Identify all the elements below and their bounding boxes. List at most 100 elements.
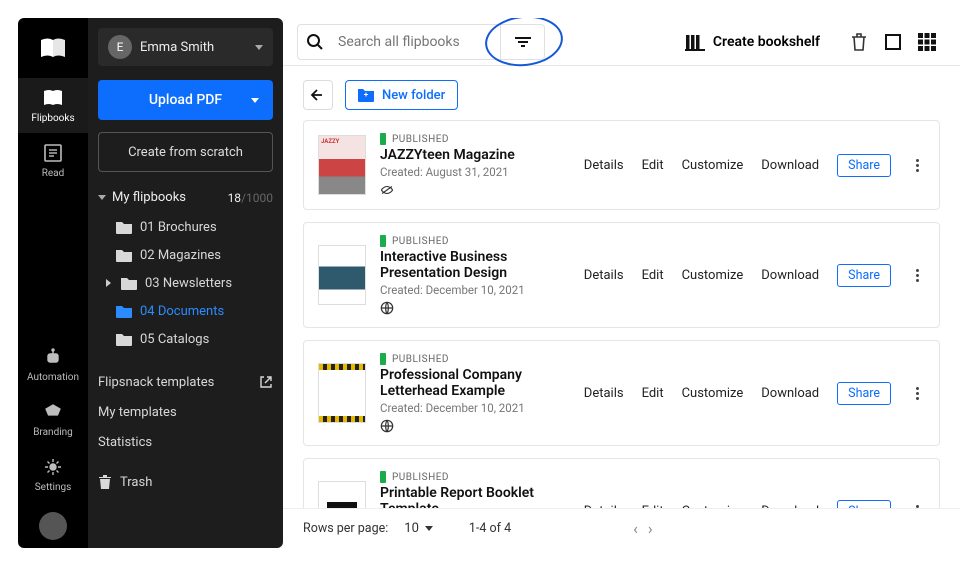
flipbook-thumbnail[interactable]: JAZZY bbox=[318, 135, 366, 195]
app-logo bbox=[18, 18, 88, 78]
button-label: Create bookshelf bbox=[713, 34, 820, 50]
row-actions: Details Edit Customize Download Share bbox=[584, 382, 925, 405]
view-single-button[interactable] bbox=[880, 29, 906, 55]
action-customize[interactable]: Customize bbox=[682, 386, 744, 401]
status-badge: PUBLISHED bbox=[380, 133, 570, 145]
page-next-button[interactable]: › bbox=[648, 519, 653, 538]
link-label: Flipsnack templates bbox=[98, 375, 214, 390]
folder-label: 05 Catalogs bbox=[140, 332, 209, 347]
action-edit[interactable]: Edit bbox=[642, 386, 664, 401]
folder-item[interactable]: 05 Catalogs bbox=[98, 325, 273, 353]
rail-label: Read bbox=[42, 168, 65, 179]
action-details[interactable]: Details bbox=[584, 268, 624, 283]
create-scratch-button[interactable]: Create from scratch bbox=[98, 132, 273, 172]
link-trash[interactable]: Trash bbox=[98, 467, 273, 497]
chevron-down-icon bbox=[251, 98, 259, 103]
pagination: Rows per page: 10 1-4 of 4 ‹ › bbox=[283, 508, 960, 548]
share-button[interactable]: Share bbox=[837, 382, 891, 405]
status-badge: PUBLISHED bbox=[380, 235, 570, 247]
action-details[interactable]: Details bbox=[584, 158, 624, 173]
filter-button[interactable] bbox=[500, 24, 544, 60]
delete-button[interactable] bbox=[846, 29, 872, 55]
link-my-templates[interactable]: My templates bbox=[98, 397, 273, 427]
rail-read[interactable]: Read bbox=[18, 133, 88, 188]
flipbook-created: Created: December 10, 2021 bbox=[380, 283, 570, 297]
rail-automation[interactable]: Automation bbox=[18, 337, 88, 392]
action-edit[interactable]: Edit bbox=[642, 158, 664, 173]
square-icon bbox=[883, 32, 903, 52]
flipbook-count: 18/1000 bbox=[228, 191, 273, 205]
sidebar: E Emma Smith Upload PDF Create from scra… bbox=[88, 18, 283, 548]
rail-label: Automation bbox=[27, 372, 79, 383]
flipbook-thumbnail[interactable] bbox=[318, 363, 366, 423]
user-menu[interactable]: E Emma Smith bbox=[98, 28, 273, 66]
rail-label: Branding bbox=[33, 427, 73, 438]
trash-icon bbox=[850, 32, 868, 52]
left-rail: Flipbooks Read Automation Branding Setti… bbox=[18, 18, 88, 548]
unlisted-icon bbox=[380, 183, 394, 197]
trash-icon bbox=[98, 474, 112, 490]
folder-label: 03 Newsletters bbox=[145, 276, 232, 291]
flipbook-created: Created: August 31, 2021 bbox=[380, 165, 570, 179]
search-input[interactable] bbox=[332, 34, 500, 50]
flipbook-row: PUBLISHED Interactive Business Presentat… bbox=[303, 222, 940, 328]
rpp-select[interactable]: 10 bbox=[404, 521, 433, 536]
action-download[interactable]: Download bbox=[761, 158, 819, 173]
rail-avatar[interactable] bbox=[39, 512, 67, 540]
button-label: New folder bbox=[382, 88, 445, 103]
action-details[interactable]: Details bbox=[584, 386, 624, 401]
flipbook-thumbnail[interactable] bbox=[318, 245, 366, 305]
rpp-label: Rows per page: bbox=[303, 521, 388, 536]
share-button[interactable]: Share bbox=[837, 264, 891, 287]
action-customize[interactable]: Customize bbox=[682, 158, 744, 173]
folder-label: 01 Brochures bbox=[140, 220, 217, 235]
more-menu-button[interactable] bbox=[909, 387, 925, 400]
more-menu-button[interactable] bbox=[909, 269, 925, 282]
link-label: Trash bbox=[120, 475, 152, 490]
filter-icon bbox=[514, 36, 532, 48]
chevron-down-icon bbox=[98, 195, 106, 200]
rail-label: Flipbooks bbox=[31, 113, 74, 124]
upload-pdf-button[interactable]: Upload PDF bbox=[98, 80, 273, 120]
back-button[interactable] bbox=[303, 80, 333, 110]
action-customize[interactable]: Customize bbox=[682, 268, 744, 283]
row-actions: Details Edit Customize Download Share bbox=[584, 154, 925, 177]
share-button[interactable]: Share bbox=[837, 154, 891, 177]
automation-icon bbox=[42, 346, 64, 368]
flipbook-list: JAZZY PUBLISHED JAZZYteen Magazine Creat… bbox=[283, 120, 960, 508]
folder-item[interactable]: 01 Brochures bbox=[98, 213, 273, 241]
tree-header[interactable]: My flipbooks 18/1000 bbox=[98, 190, 273, 205]
status-badge: PUBLISHED bbox=[380, 471, 570, 483]
more-menu-button[interactable] bbox=[909, 159, 925, 172]
bookshelf-icon bbox=[685, 33, 705, 51]
page-prev-button[interactable]: ‹ bbox=[633, 519, 638, 538]
folder-item-active[interactable]: 04 Documents bbox=[98, 297, 273, 325]
create-bookshelf-button[interactable]: Create bookshelf bbox=[685, 33, 820, 51]
view-grid-button[interactable] bbox=[914, 29, 940, 55]
action-edit[interactable]: Edit bbox=[642, 268, 664, 283]
folder-item[interactable]: 02 Magazines bbox=[98, 241, 273, 269]
action-download[interactable]: Download bbox=[761, 386, 819, 401]
flipbook-title: Professional Company Letterhead Example bbox=[380, 367, 570, 399]
chevron-right-icon bbox=[106, 279, 111, 287]
flipbook-row: PUBLISHED Printable Report Booklet Templ… bbox=[303, 458, 940, 508]
folder-item[interactable]: 03 Newsletters bbox=[98, 269, 273, 297]
branding-icon bbox=[42, 401, 64, 423]
share-button[interactable]: Share bbox=[837, 500, 891, 509]
rail-flipbooks[interactable]: Flipbooks bbox=[18, 78, 88, 133]
new-folder-button[interactable]: New folder bbox=[345, 80, 458, 110]
folder-plus-icon bbox=[358, 88, 374, 102]
tree-title: My flipbooks bbox=[112, 190, 186, 205]
link-statistics[interactable]: Statistics bbox=[98, 427, 273, 457]
flipbook-row: PUBLISHED Professional Company Letterhea… bbox=[303, 340, 940, 446]
public-icon bbox=[380, 419, 394, 433]
action-download[interactable]: Download bbox=[761, 268, 819, 283]
read-icon bbox=[42, 142, 64, 164]
flipbooks-icon bbox=[42, 87, 64, 109]
topbar: Create bookshelf bbox=[283, 18, 960, 66]
row-actions: Details Edit Customize Download Share bbox=[584, 264, 925, 287]
rail-branding[interactable]: Branding bbox=[18, 392, 88, 447]
link-flipsnack-templates[interactable]: Flipsnack templates bbox=[98, 367, 273, 397]
rail-settings[interactable]: Settings bbox=[18, 447, 88, 502]
flipbook-thumbnail[interactable] bbox=[318, 481, 366, 508]
